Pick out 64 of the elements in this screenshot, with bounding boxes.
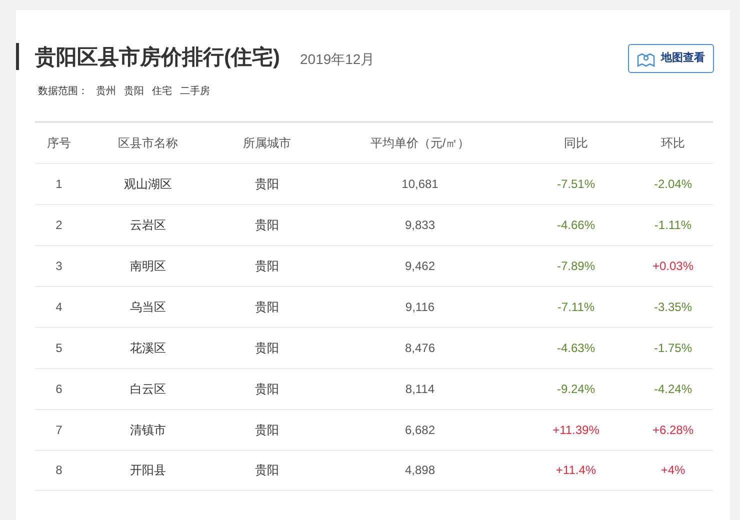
accent-bar bbox=[16, 43, 19, 70]
table-cell-text: +0.03% bbox=[651, 258, 695, 274]
table-cell-text: 云岩区 bbox=[129, 216, 167, 234]
table-cell-text: -7.51% bbox=[556, 176, 596, 192]
column-header: 序号 bbox=[46, 134, 72, 152]
date-label: 2019年12月 bbox=[300, 50, 375, 69]
table-cell-text: 9,462 bbox=[404, 258, 436, 274]
table-cell-text: -2.04% bbox=[652, 176, 694, 192]
table-cell-text: 9,833 bbox=[404, 216, 436, 234]
table-cell-text: 贵阳 bbox=[254, 258, 280, 274]
table-cell-text: -3.35% bbox=[652, 298, 694, 316]
table-cell-text: 2 bbox=[54, 216, 64, 234]
page-title: 贵阳区县市房价排行(住宅) bbox=[35, 44, 280, 71]
map-view-button[interactable]: 地图查看 bbox=[628, 44, 714, 73]
table-cell-text: 7 bbox=[54, 422, 64, 438]
map-pin-icon bbox=[637, 50, 655, 66]
table-cell-text: 4,898 bbox=[404, 462, 436, 479]
table-cell-text: 6 bbox=[54, 380, 64, 398]
table-cell-text: -4.24% bbox=[652, 380, 694, 398]
table-cell-text: 8,476 bbox=[404, 340, 436, 356]
table-cell-text: +6.28% bbox=[651, 422, 695, 438]
table-cell-text: +11.4% bbox=[554, 462, 598, 479]
table-cell-text: 8,114 bbox=[404, 380, 436, 398]
table-cell-text: -7.89% bbox=[556, 258, 596, 274]
table-cell-text: 9,116 bbox=[404, 298, 436, 316]
table-cell-text: +4% bbox=[660, 462, 686, 479]
table-cell-text: -1.11% bbox=[653, 216, 693, 234]
table-cell-text: 白云区 bbox=[129, 380, 167, 398]
table-cell-text: 贵阳 bbox=[254, 340, 280, 356]
table-cell-text: 乌当区 bbox=[129, 298, 167, 316]
table-cell-text: +11.39% bbox=[552, 422, 600, 438]
table-cell-text: 贵阳 bbox=[254, 176, 280, 192]
table-cell-text: 开阳县 bbox=[129, 462, 167, 479]
table-cell-text: 观山湖区 bbox=[123, 176, 173, 192]
column-header: 同比 bbox=[563, 134, 589, 152]
table-cell-text: 3 bbox=[54, 258, 64, 274]
table-cell-text: 6,682 bbox=[404, 422, 436, 438]
scope-tag: 二手房 bbox=[180, 84, 210, 98]
table-cell-text: 贵阳 bbox=[254, 216, 280, 234]
table-cell-text: -4.66% bbox=[556, 216, 596, 234]
table-cell-text: 花溪区 bbox=[129, 340, 167, 356]
table-cell-text: 清镇市 bbox=[129, 422, 167, 438]
table-cell-text: 10,681 bbox=[400, 176, 440, 192]
table-cell-text: 8 bbox=[54, 462, 64, 479]
table-cell-text: 1 bbox=[54, 176, 64, 192]
table-cell-text: 贵阳 bbox=[254, 380, 280, 398]
table-cell-text: 5 bbox=[54, 340, 64, 356]
column-header: 环比 bbox=[660, 134, 686, 152]
column-header: 所属城市 bbox=[242, 134, 292, 152]
table-cell-text: 4 bbox=[54, 298, 64, 316]
scope-label: 数据范围： bbox=[38, 84, 88, 98]
scope-tag: 住宅 bbox=[152, 84, 172, 98]
table-cell-text: -1.75% bbox=[652, 340, 694, 356]
scope-tag: 贵州 bbox=[96, 84, 116, 98]
column-header: 区县市名称 bbox=[117, 134, 179, 152]
table-cell-text: 贵阳 bbox=[254, 298, 280, 316]
table-cell-text: -7.11% bbox=[556, 298, 596, 316]
table-cell-text: -4.63% bbox=[556, 340, 596, 356]
scope-tag: 贵阳 bbox=[124, 84, 144, 98]
table-cell-text: -9.24% bbox=[556, 380, 596, 398]
column-header: 平均单价（元/㎡） bbox=[369, 134, 471, 152]
table-cell-text: 南明区 bbox=[129, 258, 167, 274]
table-cell-text: 贵阳 bbox=[254, 462, 280, 479]
table-cell-text: 贵阳 bbox=[254, 422, 280, 438]
